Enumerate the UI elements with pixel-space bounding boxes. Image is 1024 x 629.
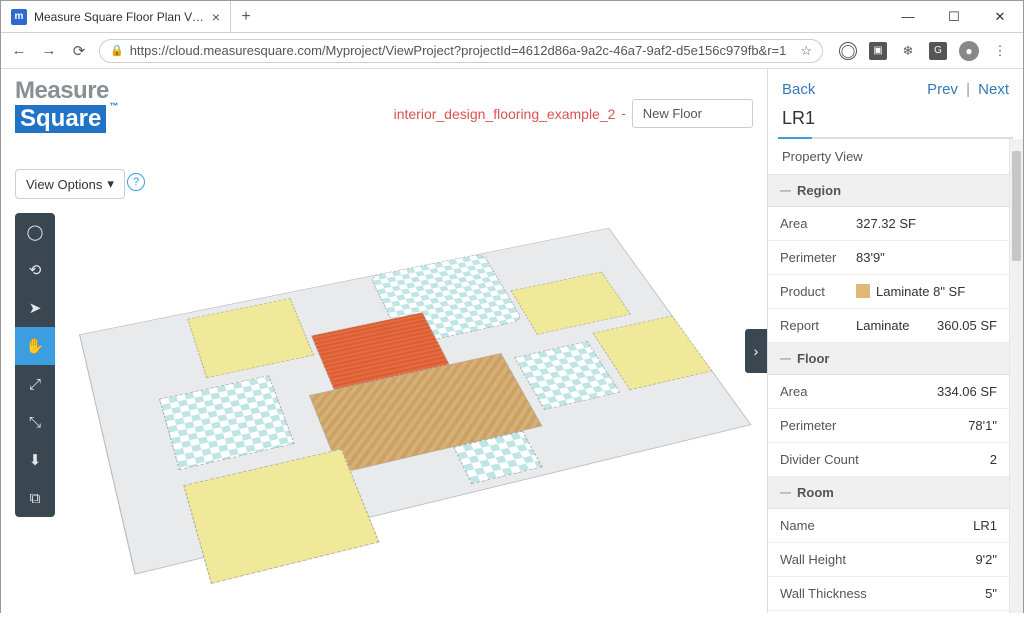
panel-scrollbar[interactable] bbox=[1009, 139, 1023, 613]
url-text: https://cloud.measuresquare.com/Myprojec… bbox=[130, 43, 795, 58]
browser-titlebar: m Measure Square Floor Plan Viewe × + — … bbox=[1, 1, 1023, 33]
prop-row: Wall Height9'2" bbox=[768, 543, 1009, 577]
collapse-icon: — bbox=[780, 353, 791, 365]
address-bar: ← → ⟳ 🔒 https://cloud.measuresquare.com/… bbox=[1, 33, 1023, 69]
property-view-header: Property View bbox=[768, 139, 1009, 175]
reload-icon[interactable]: ⟳ bbox=[69, 42, 89, 60]
main-canvas-area: Measure Square interior_design_flooring_… bbox=[1, 69, 767, 613]
expand-tool-icon[interactable]: ⤢ bbox=[15, 365, 55, 403]
panel-collapse-handle[interactable]: › bbox=[745, 329, 767, 373]
pointer-tool-icon[interactable]: ➤ bbox=[15, 289, 55, 327]
floor-select[interactable]: New Floor bbox=[632, 99, 753, 128]
floor-plan-3d[interactable] bbox=[71, 195, 802, 629]
browser-tab[interactable]: m Measure Square Floor Plan Viewe × bbox=[1, 1, 231, 32]
prop-row: NameLR1 bbox=[768, 509, 1009, 543]
separator: | bbox=[966, 81, 970, 98]
new-tab-button[interactable]: + bbox=[231, 1, 261, 32]
product-swatch-icon bbox=[856, 284, 870, 298]
brand-logo: Measure Square bbox=[15, 77, 109, 133]
extension-icon[interactable]: G bbox=[929, 42, 947, 60]
prop-row: Divider Count2 bbox=[768, 443, 1009, 477]
back-icon[interactable]: ← bbox=[9, 42, 29, 59]
prop-row: ReportLaminate360.05 SF bbox=[768, 309, 1009, 343]
project-name: interior_design_flooring_example_2 bbox=[394, 106, 616, 122]
favicon-icon: m bbox=[11, 9, 27, 25]
caret-down-icon: ▾ bbox=[107, 176, 114, 192]
vertical-toolbar: ◯ ⟲ ➤ ✋ ⤢ ⤡ ⬇ ⧉ bbox=[15, 213, 55, 517]
extension-icon[interactable]: ❄ bbox=[899, 42, 917, 60]
collapse-icon: — bbox=[780, 185, 791, 197]
prev-link[interactable]: Prev bbox=[927, 81, 958, 98]
share-tool-icon[interactable]: ⧉ bbox=[15, 479, 55, 517]
prop-row: ProductLaminate 8" SF bbox=[768, 275, 1009, 309]
prop-row: Perimeter83'9" bbox=[768, 241, 1009, 275]
url-field[interactable]: 🔒 https://cloud.measuresquare.com/Myproj… bbox=[99, 39, 823, 63]
prop-row: Wall Thickness5" bbox=[768, 577, 1009, 611]
extension-icon[interactable]: ▣ bbox=[869, 42, 887, 60]
brand-line2: Square bbox=[15, 105, 106, 133]
section-region[interactable]: —Region bbox=[768, 175, 1009, 207]
collapse-icon: — bbox=[780, 487, 791, 499]
property-panel: Back Prev | Next LR1 Property View —Regi… bbox=[767, 69, 1023, 613]
view-options-button[interactable]: View Options ▾ bbox=[15, 169, 125, 199]
view-options-label: View Options bbox=[26, 177, 102, 192]
scroll-thumb[interactable] bbox=[1012, 151, 1021, 261]
minimize-icon[interactable]: — bbox=[885, 1, 931, 32]
section-floor[interactable]: —Floor bbox=[768, 343, 1009, 375]
maximize-icon[interactable]: ☐ bbox=[931, 1, 977, 32]
close-icon[interactable]: × bbox=[212, 9, 220, 25]
orbit-tool-icon[interactable]: ◯ bbox=[15, 213, 55, 251]
separator: - bbox=[621, 106, 625, 121]
refresh-tool-icon[interactable]: ⟲ bbox=[15, 251, 55, 289]
back-link[interactable]: Back bbox=[782, 81, 815, 98]
section-room[interactable]: —Room bbox=[768, 477, 1009, 509]
room-title: LR1 bbox=[768, 108, 1023, 137]
pan-tool-icon[interactable]: ✋ bbox=[15, 327, 55, 365]
star-icon[interactable]: ☆ bbox=[800, 43, 812, 59]
profile-avatar-icon[interactable]: ● bbox=[959, 41, 979, 61]
prop-row: Area327.32 SF bbox=[768, 207, 1009, 241]
extension-icon[interactable]: ◯ bbox=[839, 42, 857, 60]
lock-icon: 🔒 bbox=[110, 44, 124, 57]
download-tool-icon[interactable]: ⬇ bbox=[15, 441, 55, 479]
window-close-icon[interactable]: ✕ bbox=[977, 1, 1023, 32]
next-link[interactable]: Next bbox=[978, 81, 1009, 98]
tab-title: Measure Square Floor Plan Viewe bbox=[34, 10, 205, 24]
brand-line1: Measure bbox=[15, 77, 109, 105]
collapse-tool-icon[interactable]: ⤡ bbox=[15, 403, 55, 441]
prop-row: Perimeter78'1" bbox=[768, 409, 1009, 443]
forward-icon[interactable]: → bbox=[39, 42, 59, 59]
prop-row: Area334.06 SF bbox=[768, 375, 1009, 409]
help-icon[interactable]: ? bbox=[127, 173, 145, 191]
kebab-menu-icon[interactable]: ⋮ bbox=[991, 42, 1009, 60]
title-underline bbox=[778, 137, 1013, 139]
